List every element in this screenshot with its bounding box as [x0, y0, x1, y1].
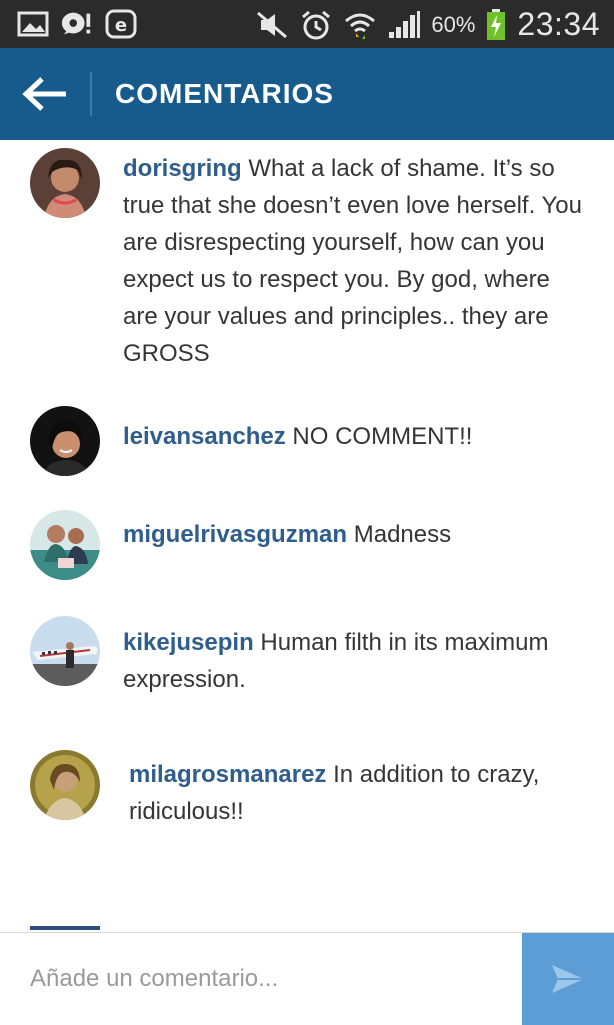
avatar[interactable] — [30, 406, 100, 476]
send-button[interactable] — [522, 933, 614, 1025]
status-time: 23:34 — [517, 6, 600, 42]
comment-username[interactable]: dorisgring — [123, 155, 242, 182]
appbar-divider — [90, 72, 92, 116]
comment-body: NO COMMENT!! — [292, 423, 473, 450]
comment-text: dorisgring What a lack of shame. It’s so… — [123, 150, 583, 372]
comment-body: What a lack of shame. It’s so true that … — [123, 155, 582, 367]
comment-composer — [0, 932, 614, 1025]
status-left-icons: e — [16, 8, 138, 40]
avatar[interactable] — [30, 750, 100, 820]
send-icon — [552, 965, 584, 993]
avatar[interactable] — [30, 510, 100, 580]
chat-bubble-icon — [60, 8, 94, 40]
mute-icon — [255, 9, 289, 41]
back-arrow-icon — [22, 77, 66, 111]
battery-percent: 60% — [431, 11, 476, 37]
comment-username[interactable]: miguelrivasguzman — [123, 521, 347, 548]
gallery-icon — [16, 8, 50, 40]
comment-text: kikejusepin Human filth in its maximum e… — [123, 624, 583, 698]
comment-text: miguelrivasguzman Madness — [123, 516, 583, 553]
comment-text: milagrosmanarez In addition to crazy, ri… — [129, 756, 589, 830]
avatar[interactable] — [30, 148, 100, 218]
comment-body: Madness — [353, 521, 452, 548]
comment-input[interactable] — [0, 933, 520, 1025]
svg-text:e: e — [115, 15, 127, 36]
page-title: COMENTARIOS — [115, 78, 334, 109]
battery-charging-icon — [485, 8, 507, 41]
next-comment-peek — [30, 926, 100, 930]
wifi-icon — [343, 9, 377, 41]
e-app-icon: e — [104, 8, 138, 40]
status-right-icons: 60% 23:34 — [255, 6, 600, 43]
comment-text: leivansanchez NO COMMENT!! — [123, 418, 583, 455]
comments-list[interactable]: dorisgring What a lack of shame. It’s so… — [0, 140, 614, 932]
comment-username[interactable]: milagrosmanarez — [129, 761, 326, 788]
back-button[interactable] — [22, 76, 70, 112]
app-bar: COMENTARIOS — [0, 48, 614, 140]
comment-username[interactable]: kikejusepin — [123, 629, 254, 656]
signal-icon — [387, 9, 421, 41]
alarm-icon — [299, 9, 333, 41]
avatar[interactable] — [30, 616, 100, 686]
comment-username[interactable]: leivansanchez — [123, 423, 286, 450]
status-bar: e 60% 23:34 — [0, 0, 614, 48]
